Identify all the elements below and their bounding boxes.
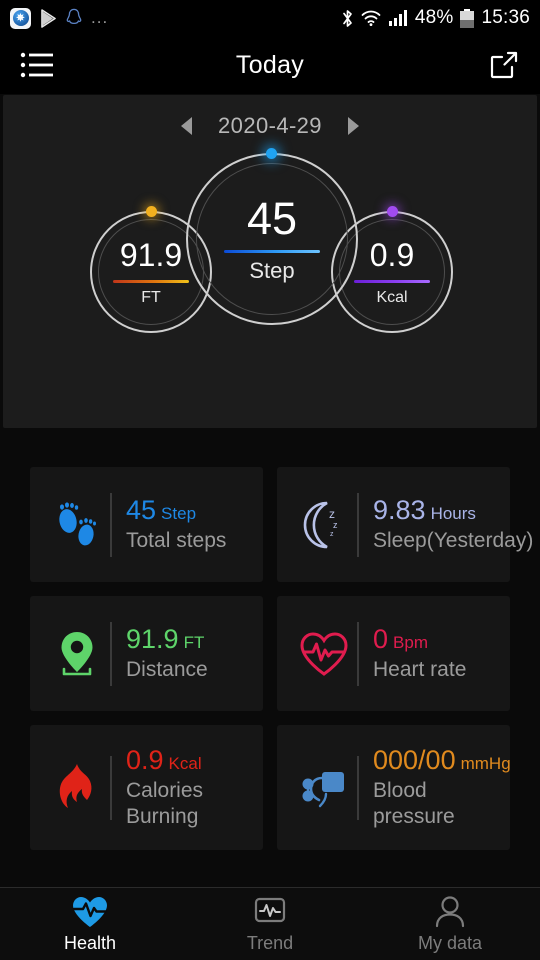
moon-sleep-icon: z z z <box>293 499 355 551</box>
stat-card-grid: 45 Step Total steps z z z 9.83 Hours Sle… <box>30 467 534 850</box>
stat-card-blood-pressure[interactable]: 000/00 mmHg Blood pressure <box>277 725 511 850</box>
stat-card-calories-burning[interactable]: 0.9 Kcal Calories Burning <box>30 725 263 850</box>
qq-penguin-icon <box>66 8 82 25</box>
stat-unit: Kcal <box>168 754 202 774</box>
ring-gauges: 91.9 FT 0.9 Kcal 45 Step <box>3 143 537 428</box>
browser-app-icon: ✵ <box>10 7 31 29</box>
wifi-icon <box>361 10 381 26</box>
nav-item-trend[interactable]: Trend <box>180 888 360 960</box>
footprints-icon <box>46 499 108 551</box>
card-divider <box>357 621 359 686</box>
more-dots-icon: ... <box>91 8 109 27</box>
list-menu-icon <box>20 52 53 78</box>
stat-value: 91.9 <box>126 624 179 655</box>
app-header: Today <box>0 36 540 94</box>
blood-pressure-icon <box>293 764 355 812</box>
gauge-steps-unit: Step <box>249 258 295 283</box>
heart-pulse-icon <box>293 630 355 678</box>
stat-card-distance[interactable]: 91.9 FT Distance <box>30 596 263 711</box>
svg-text:z: z <box>329 507 335 521</box>
gauge-distance-progress-dot <box>146 206 157 217</box>
bottom-navigation: Health Trend My data <box>0 888 540 960</box>
gauge-panel: 2020-4-29 91.9 FT 0.9 Kcal 45 Step <box>3 95 537 428</box>
trend-monitor-icon <box>254 897 286 922</box>
clock-label: 15:36 <box>481 7 530 28</box>
stat-unit: Step <box>161 504 197 524</box>
page-title: Today <box>235 50 305 79</box>
card-divider <box>357 492 359 557</box>
gauge-calories-value: 0.9 <box>369 236 415 273</box>
stat-value: 000/00 <box>373 745 456 776</box>
gauge-steps-accent-bar <box>224 250 320 253</box>
share-external-link-icon <box>490 51 518 79</box>
gauge-calories-unit: Kcal <box>376 288 408 306</box>
stat-label: Heart rate <box>373 658 467 682</box>
stat-value: 45 <box>126 495 157 526</box>
stat-label: Distance <box>126 658 208 682</box>
stat-unit: mmHg <box>460 754 511 774</box>
share-button[interactable] <box>480 45 520 85</box>
chevron-right-icon[interactable] <box>347 117 359 135</box>
nav-item-health[interactable]: Health <box>0 888 180 960</box>
stat-label: Blood pressure <box>373 779 455 829</box>
chevron-left-icon[interactable] <box>181 117 193 135</box>
location-pin-icon <box>46 628 108 680</box>
date-navigator: 2020-4-29 <box>3 109 537 143</box>
stat-unit: Bpm <box>393 633 428 653</box>
gauge-distance-accent-bar <box>113 279 189 283</box>
stat-value: 9.83 <box>373 495 426 526</box>
cellular-signal-icon <box>388 10 407 26</box>
status-bar: ✵ ... 48% 15:36 <box>0 0 540 36</box>
card-divider <box>110 492 112 557</box>
gauge-distance-value: 91.9 <box>119 236 183 273</box>
gauge-calories-progress-dot <box>387 206 398 217</box>
flame-icon <box>46 762 108 814</box>
person-icon <box>435 895 465 927</box>
svg-text:z: z <box>333 520 338 530</box>
gauge-distance-unit: FT <box>141 288 161 306</box>
stat-value: 0 <box>373 624 389 655</box>
stat-unit: FT <box>183 633 205 653</box>
nav-label: Trend <box>246 932 294 953</box>
card-divider <box>110 621 112 686</box>
nav-item-my-data[interactable]: My data <box>360 888 540 960</box>
stat-unit: Hours <box>430 504 476 524</box>
card-divider <box>110 755 112 820</box>
gauge-steps[interactable]: 45 Step <box>186 148 358 325</box>
stat-label: Sleep(Yesterday) <box>373 529 534 553</box>
stat-card-total-steps[interactable]: 45 Step Total steps <box>30 467 263 582</box>
play-store-icon <box>41 8 56 28</box>
list-menu-button[interactable] <box>20 45 60 85</box>
nav-label: Health <box>63 932 117 953</box>
battery-percent-label: 48% <box>414 7 454 28</box>
app-root: ✵ ... 48% 15:36 Today 2020-4-29 91.9 FT … <box>0 0 540 960</box>
gauge-steps-value: 45 <box>246 193 298 244</box>
status-bar-right-icons: 48% 15:36 <box>341 7 530 29</box>
status-bar-left-icons: ✵ ... <box>10 7 109 29</box>
gauge-steps-progress-dot <box>266 148 277 159</box>
svg-text:z: z <box>330 531 334 538</box>
card-divider <box>357 755 359 820</box>
stat-value: 0.9 <box>126 745 164 776</box>
nav-label: My data <box>417 932 483 953</box>
bluetooth-icon <box>342 9 352 27</box>
stat-card-heart-rate[interactable]: 0 Bpm Heart rate <box>277 596 510 711</box>
battery-icon <box>460 8 475 28</box>
stat-card-sleep[interactable]: z z z 9.83 Hours Sleep(Yesterday) <box>277 467 534 582</box>
current-date-label: 2020-4-29 <box>218 113 322 138</box>
stat-label: Total steps <box>126 529 227 553</box>
stat-label: Calories Burning <box>126 779 204 829</box>
heart-pulse-filled-icon <box>72 896 108 927</box>
gauge-calories-accent-bar <box>354 279 430 283</box>
